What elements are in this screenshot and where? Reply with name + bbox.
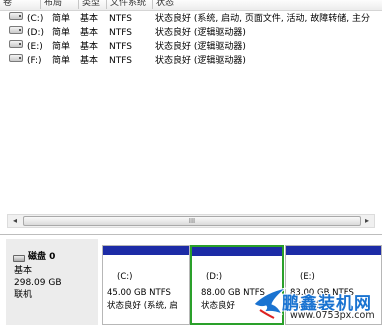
partition-size: 45.00 GB NTFS (107, 288, 171, 298)
volume-name: (D:) (27, 28, 44, 38)
partition-bar (103, 246, 189, 255)
volume-name: (C:) (27, 14, 44, 24)
column-header: 卷 布局 类型 文件系统 状态 (0, 0, 382, 11)
volume-type: 基本 (80, 14, 99, 24)
volume-layout: 简单 (52, 28, 71, 38)
scroll-left-arrow-icon[interactable]: ◂ (8, 215, 22, 227)
volume-type: 基本 (80, 56, 99, 66)
volume-row[interactable]: (E:) 简单 基本 NTFS 状态良好 (逻辑驱动器) (0, 40, 382, 54)
scroll-thumb[interactable]: III (23, 216, 361, 226)
volume-status: 状态良好 (逻辑驱动器) (155, 42, 246, 52)
disk-name: 磁盘 0 (28, 252, 56, 262)
volume-filesystem: NTFS (109, 42, 132, 52)
volume-status: 状态良好 (系统, 启动, 页面文件, 活动, 故障转储, 主分 (155, 14, 370, 24)
drive-icon (9, 12, 23, 20)
volume-name: (F:) (27, 56, 42, 66)
volume-row[interactable]: (F:) 简单 基本 NTFS 状态良好 (逻辑驱动器) (0, 54, 382, 68)
disk-status: 联机 (14, 290, 33, 300)
partition-status: 状态良好 (系统, 启 (107, 301, 178, 311)
header-type[interactable]: 类型 (78, 0, 106, 9)
partition-bar (192, 247, 282, 256)
header-volume[interactable]: 卷 (0, 0, 33, 9)
volume-status: 状态良好 (逻辑驱动器) (155, 56, 246, 66)
volume-type: 基本 (80, 42, 99, 52)
horizontal-scrollbar[interactable]: ◂ III ▸ (7, 214, 375, 228)
partition-status: 状态良好 (201, 301, 236, 311)
volume-layout: 简单 (52, 14, 71, 24)
volume-filesystem: NTFS (109, 14, 132, 24)
drive-icon (9, 26, 23, 34)
partition-label: (D:) (206, 272, 223, 282)
volume-list: 卷 布局 类型 文件系统 状态 (C:) 简单 基本 NTFS 状态良好 (系统… (0, 0, 382, 230)
volume-filesystem: NTFS (109, 28, 132, 38)
drive-icon (9, 40, 23, 48)
scroll-right-arrow-icon[interactable]: ▸ (360, 215, 374, 227)
volume-status: 状态良好 (逻辑驱动器) (155, 28, 246, 38)
disk-type: 基本 (14, 266, 33, 276)
volume-row[interactable]: (C:) 简单 基本 NTFS 状态良好 (系统, 启动, 页面文件, 活动, … (0, 12, 382, 26)
partition-c[interactable]: (C:) 45.00 GB NTFS 状态良好 (系统, 启 (102, 245, 190, 325)
header-layout[interactable]: 布局 (40, 0, 68, 9)
partition-bar (286, 246, 381, 255)
volume-layout: 简单 (52, 42, 71, 52)
volume-filesystem: NTFS (109, 56, 132, 66)
disk-icon (13, 255, 25, 262)
disk-info[interactable]: 磁盘 0 基本 298.09 GB 联机 (6, 239, 98, 325)
header-status[interactable]: 状态 (152, 0, 382, 9)
partition-label: (C:) (117, 272, 133, 282)
drive-icon (9, 54, 23, 62)
watermark-url: www.0753px.com (290, 310, 375, 321)
partition-label: (E:) (300, 272, 315, 282)
volume-layout: 简单 (52, 56, 71, 66)
header-filesystem[interactable]: 文件系统 (106, 0, 152, 9)
volume-name: (E:) (27, 42, 43, 52)
volume-row[interactable]: (D:) 简单 基本 NTFS 状态良好 (逻辑驱动器) (0, 26, 382, 40)
disk-size: 298.09 GB (14, 278, 62, 288)
grip-icon: III (188, 217, 196, 225)
volume-type: 基本 (80, 28, 99, 38)
